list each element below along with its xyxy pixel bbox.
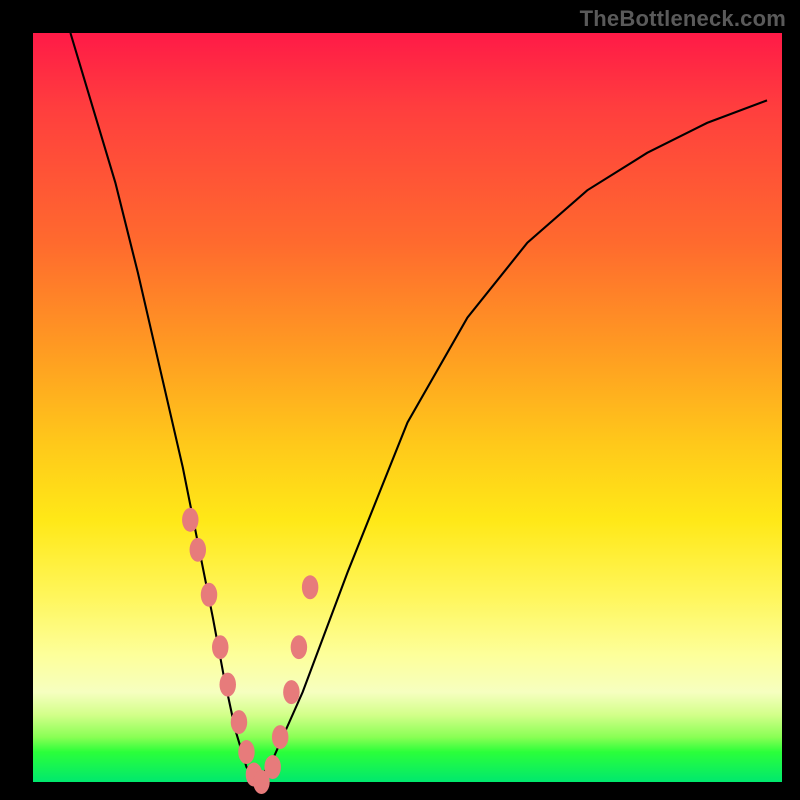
marker-dot: [212, 635, 228, 659]
marker-dot: [238, 740, 254, 764]
marker-dot: [264, 755, 280, 779]
marker-dot: [231, 710, 247, 734]
marker-dot: [283, 680, 299, 704]
marker-dot: [182, 508, 198, 532]
marker-dot: [201, 583, 217, 607]
marker-dot: [190, 538, 206, 562]
highlight-markers: [182, 508, 318, 794]
watermark-text: TheBottleneck.com: [580, 6, 786, 32]
plot-area: [33, 33, 782, 782]
marker-dot: [302, 575, 318, 599]
marker-dot: [291, 635, 307, 659]
marker-dot: [220, 673, 236, 697]
chart-frame: TheBottleneck.com: [0, 0, 800, 800]
bottleneck-curve-svg: [33, 33, 782, 782]
marker-dot: [272, 725, 288, 749]
bottleneck-curve: [70, 33, 767, 782]
